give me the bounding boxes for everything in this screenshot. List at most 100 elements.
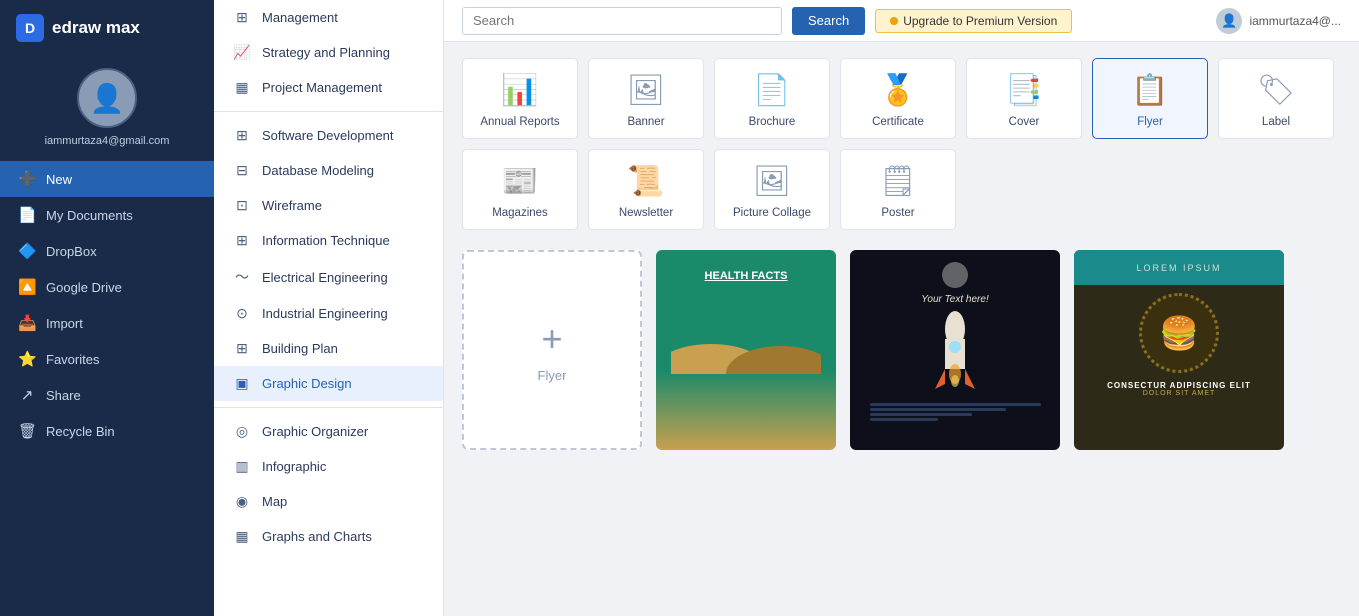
stats-lines	[870, 403, 1041, 421]
poster-icon	[879, 164, 917, 199]
category-card-certificate[interactable]: Certificate	[840, 58, 956, 139]
label-icon	[1257, 73, 1295, 108]
certificate-icon	[879, 73, 916, 108]
category-card-cover[interactable]: Cover	[966, 58, 1082, 139]
middle-item-database[interactable]: ⊟ Database Modeling	[214, 153, 443, 188]
poster-label: Poster	[881, 207, 914, 219]
logo-area: D edraw max	[0, 0, 214, 56]
upgrade-label: Upgrade to Premium Version	[903, 14, 1057, 28]
health-svg	[671, 294, 821, 374]
sidebar-item-my-documents[interactable]: 📄 My Documents	[0, 197, 214, 233]
project-icon: ▦	[232, 79, 252, 96]
cover-icon	[1005, 73, 1042, 108]
dropbox-icon: 🔷	[18, 242, 36, 260]
flyer-icon	[1131, 73, 1168, 108]
brochure-label: Brochure	[749, 116, 796, 128]
sidebar-item-share[interactable]: ↗ Share	[0, 377, 214, 413]
middle-item-electrical[interactable]: 〜 Electrical Engineering	[214, 258, 443, 296]
sidebar-item-google-drive[interactable]: 🔼 Google Drive	[0, 269, 214, 305]
template-burger[interactable]: LOREM IPSUM 🍔 CONSECTUR ADIPISCING ELIT …	[1074, 250, 1284, 450]
category-grid: Annual Reports Banner Brochure Certifica…	[462, 58, 1341, 230]
middle-item-software-dev[interactable]: ⊞ Software Development	[214, 118, 443, 153]
upgrade-button[interactable]: Upgrade to Premium Version	[875, 9, 1072, 33]
middle-item-industrial[interactable]: ⊙ Industrial Engineering	[214, 296, 443, 331]
content-scroll: Annual Reports Banner Brochure Certifica…	[444, 42, 1359, 616]
category-card-annual-reports[interactable]: Annual Reports	[462, 58, 578, 139]
newsletter-label: Newsletter	[619, 207, 673, 219]
middle-item-map[interactable]: ◉ Map	[214, 484, 443, 519]
category-card-newsletter[interactable]: Newsletter	[588, 149, 704, 230]
app-name: edraw max	[52, 18, 140, 38]
map-icon: ◉	[232, 493, 252, 510]
label-label: Label	[1262, 116, 1290, 128]
category-card-magazines[interactable]: Magazines	[462, 149, 578, 230]
sidebar-item-label: Share	[46, 388, 81, 403]
industrial-icon: ⊙	[232, 305, 252, 322]
space-title: Your Text here!	[921, 294, 988, 305]
divider-1	[214, 111, 443, 112]
banner-label: Banner	[627, 116, 664, 128]
middle-item-graphic-design[interactable]: ▣ Graphic Design	[214, 366, 443, 401]
template-health-facts[interactable]: HEALTH FACTS	[656, 250, 836, 450]
sidebar-item-dropbox[interactable]: 🔷 DropBox	[0, 233, 214, 269]
create-new-template[interactable]: + Flyer	[462, 250, 642, 450]
sidebar-item-label: Favorites	[46, 352, 99, 367]
sidebar-item-label: Recycle Bin	[46, 424, 115, 439]
middle-item-management[interactable]: ⊞ Management	[214, 0, 443, 35]
middle-item-wireframe[interactable]: ⊡ Wireframe	[214, 188, 443, 223]
middle-item-project-mgmt[interactable]: ▦ Project Management	[214, 70, 443, 105]
category-card-banner[interactable]: Banner	[588, 58, 704, 139]
newsletter-icon	[627, 164, 664, 199]
burger-emoji: 🍔	[1159, 314, 1199, 352]
user-display-name: iammurtaza4@...	[1249, 14, 1341, 28]
sidebar-item-label: Google Drive	[46, 280, 122, 295]
sidebar-nav: ➕ New 📄 My Documents 🔷 DropBox 🔼 Google …	[0, 161, 214, 449]
picture-collage-icon	[753, 164, 791, 199]
sidebar-item-import[interactable]: 📥 Import	[0, 305, 214, 341]
new-icon: ➕	[18, 170, 36, 188]
certificate-label: Certificate	[872, 116, 924, 128]
sidebar: D edraw max 👤 iammurtaza4@gmail.com ➕ Ne…	[0, 0, 214, 616]
category-card-picture-collage[interactable]: Picture Collage	[714, 149, 830, 230]
cover-label: Cover	[1009, 116, 1040, 128]
middle-item-info-tech[interactable]: ⊞ Information Technique	[214, 223, 443, 258]
search-button[interactable]: Search	[792, 7, 865, 35]
logo-icon: D	[16, 14, 44, 42]
building-icon: ⊞	[232, 340, 252, 357]
template-section: + Flyer HEALTH FACTS Your Text here!	[462, 250, 1341, 450]
user-avatar-icon: 👤	[1216, 8, 1242, 34]
health-title: HEALTH FACTS	[705, 270, 788, 282]
infotech-icon: ⊞	[232, 232, 252, 249]
avatar: 👤	[77, 68, 137, 128]
search-input[interactable]	[462, 7, 782, 35]
category-card-brochure[interactable]: Brochure	[714, 58, 830, 139]
magazines-label: Magazines	[492, 207, 548, 219]
burger-text1: CONSECTUR ADIPISCING ELIT	[1107, 381, 1251, 390]
category-card-flyer[interactable]: Flyer	[1092, 58, 1208, 139]
middle-item-infographic[interactable]: ▥ Infographic	[214, 449, 443, 484]
flyer-label: Flyer	[1137, 116, 1163, 128]
sidebar-item-recycle-bin[interactable]: 🗑 Recycle Bin	[0, 413, 214, 449]
middle-item-graphs[interactable]: ▦ Graphs and Charts	[214, 519, 443, 554]
middle-item-strategy[interactable]: 📈 Strategy and Planning	[214, 35, 443, 70]
category-card-poster[interactable]: Poster	[840, 149, 956, 230]
middle-item-graphic-organizer[interactable]: ◎ Graphic Organizer	[214, 414, 443, 449]
sidebar-item-new[interactable]: ➕ New	[0, 161, 214, 197]
middle-item-building[interactable]: ⊞ Building Plan	[214, 331, 443, 366]
share-icon: ↗	[18, 386, 36, 404]
wireframe-icon: ⊡	[232, 197, 252, 214]
sidebar-item-favorites[interactable]: ⭐ Favorites	[0, 341, 214, 377]
sidebar-item-label: DropBox	[46, 244, 97, 259]
profile-area: 👤 iammurtaza4@gmail.com	[0, 56, 214, 157]
magazines-icon	[501, 164, 538, 199]
template-space[interactable]: Your Text here!	[850, 250, 1060, 450]
infographic-icon: ▥	[232, 458, 252, 475]
main-content: Search Upgrade to Premium Version 👤 iamm…	[444, 0, 1359, 616]
graphic-org-icon: ◎	[232, 423, 252, 440]
picture-collage-label: Picture Collage	[733, 207, 811, 219]
strategy-icon: 📈	[232, 44, 252, 61]
sidebar-item-label: My Documents	[46, 208, 133, 223]
brochure-icon	[753, 73, 790, 108]
plus-icon: +	[541, 318, 562, 360]
category-card-label[interactable]: Label	[1218, 58, 1334, 139]
